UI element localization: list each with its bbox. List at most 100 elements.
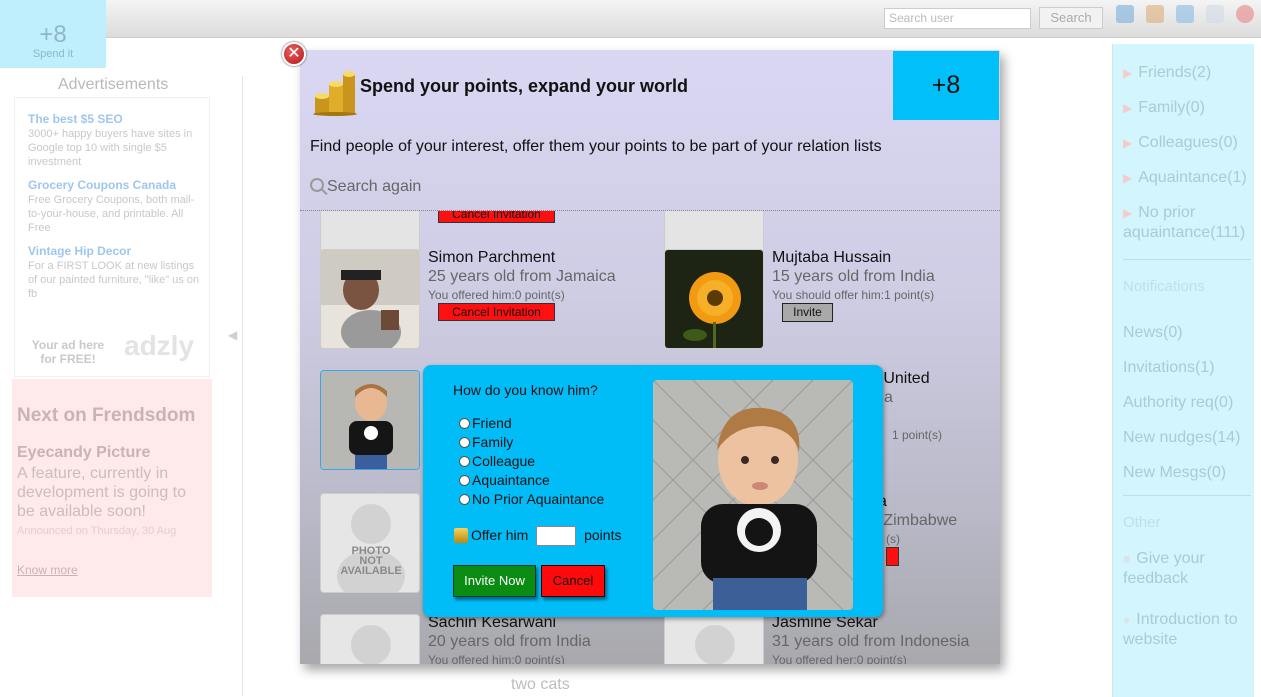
sidebar-item-nudges[interactable]: New nudges(14) <box>1123 428 1253 447</box>
feedback-icon: ■ <box>1123 552 1131 566</box>
person-photo-unavailable[interactable]: PHOTO NOT AVAILABLE <box>320 493 420 593</box>
coins-icon <box>313 71 357 116</box>
person-card: Jasmine Sekar 31 years old from Indonesi… <box>664 614 994 664</box>
person-photo-unavailable[interactable] <box>320 614 420 664</box>
search-user-input[interactable]: Search user <box>884 8 1031 29</box>
sidebar-item-label: Give your feedback <box>1123 550 1205 587</box>
sidebar-item-feedback[interactable]: ■ Give your feedback <box>1123 549 1253 588</box>
power-icon[interactable] <box>1236 5 1254 23</box>
offer-points-input[interactable] <box>536 526 577 547</box>
invite-button[interactable]: Invite <box>782 303 833 322</box>
person-name: Mujtaba Hussain <box>772 249 892 266</box>
notifications-heading: Notifications <box>1123 278 1205 295</box>
ad-text: Free Grocery Coupons, both mail-to-your-… <box>28 194 195 234</box>
sidebar-item-aquaintance[interactable]: ▶ Aquaintance(1) <box>1123 168 1253 188</box>
other-heading: Other <box>1123 514 1161 531</box>
sidebar-item-colleagues[interactable]: ▶ Colleagues(0) <box>1123 133 1253 153</box>
sidebar-item-label: Aquaintance(1) <box>1138 169 1247 186</box>
close-popup-icon[interactable]: ✕ <box>282 42 306 66</box>
person-card: Sachin Kesarwani 20 years old from India… <box>320 614 650 664</box>
search-button[interactable]: Search <box>1039 7 1103 29</box>
person-photo[interactable] <box>664 249 764 349</box>
invite-dialog: How do you know him? Friend Family Colle… <box>423 365 883 617</box>
invite-now-button[interactable]: Invite Now <box>453 565 536 597</box>
photo-placeholder-image <box>321 494 419 592</box>
sidebar-item-intro[interactable]: ● Introduction to website <box>1123 610 1253 649</box>
radio-no-prior[interactable]: No Prior Aquaintance <box>459 491 604 507</box>
radio-circle[interactable] <box>459 418 470 429</box>
upload-icon[interactable] <box>1176 5 1194 23</box>
cancel-invitation-button[interactable]: Cancel Invitation <box>438 303 555 321</box>
person-photo[interactable] <box>320 370 420 470</box>
feed-caption: two cats <box>511 676 570 693</box>
radio-circle[interactable] <box>459 456 470 467</box>
radio-friend[interactable]: Friend <box>459 415 512 431</box>
relation-question: How do you know him? <box>453 382 598 398</box>
sidebar-divider <box>1123 495 1251 496</box>
radio-colleague[interactable]: Colleague <box>459 453 535 469</box>
points-count: +8 <box>39 21 67 48</box>
radio-circle[interactable] <box>459 494 470 505</box>
invitee-photo-image <box>653 380 853 610</box>
invitee-photo <box>653 380 853 610</box>
person-offer: You should offer him:1 point(s) <box>772 288 935 302</box>
search-again-link[interactable]: Search again <box>310 177 421 196</box>
collapse-arrow-icon[interactable]: ◀ <box>228 328 237 342</box>
adzly-logo[interactable]: adzly <box>124 330 194 362</box>
people-icon[interactable] <box>1116 5 1134 23</box>
popup-description: Find people of your interest, offer them… <box>310 138 882 155</box>
next-item-desc: A feature, currently in development is g… <box>17 465 186 520</box>
ad-item[interactable]: Vintage Hip Decor For a FIRST LOOK at ne… <box>28 244 204 301</box>
radio-family[interactable]: Family <box>459 434 513 450</box>
ad-item[interactable]: Grocery Coupons Canada Free Grocery Coup… <box>28 178 204 235</box>
points-widget[interactable]: +8 Spend it <box>0 0 106 68</box>
edit-icon[interactable] <box>1206 5 1224 23</box>
sidebar-item-news[interactable]: News(0) <box>1123 323 1253 342</box>
person-offer: (s) <box>886 532 900 546</box>
next-on-frendsdom-box: Next on Frendsdom Eyecandy Picture A fea… <box>12 379 212 597</box>
sidebar-item-family[interactable]: ▶ Family(0) <box>1123 98 1253 118</box>
sidebar-item-label: Friends(2) <box>1138 64 1212 81</box>
triangle-icon: ▶ <box>1123 206 1133 220</box>
ad-title[interactable]: Grocery Coupons Canada <box>28 178 204 192</box>
sidebar-item-label: Introduction to website <box>1123 611 1238 648</box>
know-more-link[interactable]: Know more <box>17 563 78 577</box>
spend-it-link[interactable]: Spend it <box>0 48 106 60</box>
triangle-icon: ▶ <box>1123 136 1133 150</box>
person-photo-unavailable[interactable] <box>664 614 764 664</box>
person-photo[interactable] <box>320 249 420 349</box>
offer-suffix: points <box>584 527 622 543</box>
cancel-invitation-button-partial[interactable] <box>886 547 899 566</box>
next-item-date: Announced on Thursday, 30 Aug <box>17 525 177 537</box>
ad-item[interactable]: The best $5 SEO 3000+ happy buyers have … <box>28 112 204 169</box>
sidebar-item-messages[interactable]: New Mesgs(0) <box>1123 463 1253 482</box>
radio-circle[interactable] <box>459 475 470 486</box>
radio-label: Family <box>472 434 514 450</box>
info-icon: ● <box>1123 613 1131 627</box>
ad-here-link[interactable]: Your ad here for FREE! <box>28 338 108 366</box>
photo-placeholder-image <box>665 615 763 664</box>
ad-title[interactable]: The best $5 SEO <box>28 112 204 126</box>
person-offer: You offered him:0 point(s) <box>428 288 565 302</box>
ad-title[interactable]: Vintage Hip Decor <box>28 244 204 258</box>
cancel-button[interactable]: Cancel <box>541 565 605 597</box>
sidebar-item-invitations[interactable]: Invitations(1) <box>1123 358 1253 377</box>
radio-label: Friend <box>472 415 512 431</box>
search-icon <box>310 178 324 192</box>
sidebar-item-friends[interactable]: ▶ Friends(2) <box>1123 63 1253 83</box>
gallery-icon[interactable] <box>1146 5 1164 23</box>
person-offer: You offered her:0 point(s) <box>772 653 907 664</box>
person-info: 20 years old from India <box>428 633 591 650</box>
sidebar-item-authority[interactable]: Authority req(0) <box>1123 393 1253 412</box>
person-name: Simon Parchment <box>428 249 556 266</box>
sidebar-divider <box>1123 259 1251 260</box>
radio-circle[interactable] <box>459 437 470 448</box>
person-info: 25 years old from Jamaica <box>428 268 616 285</box>
photo-placeholder-image <box>321 615 419 664</box>
offer-prefix: Offer him <box>471 527 529 543</box>
sidebar-item-no-prior[interactable]: ▶ No prior aquaintance(111) <box>1123 203 1253 242</box>
cancel-invitation-button[interactable]: Cancel Invitation <box>438 211 555 223</box>
radio-aquaintance[interactable]: Aquaintance <box>459 472 550 488</box>
person-card: Mujtaba Hussain 15 years old from India … <box>664 249 994 359</box>
search-again-label: Search again <box>327 178 422 195</box>
